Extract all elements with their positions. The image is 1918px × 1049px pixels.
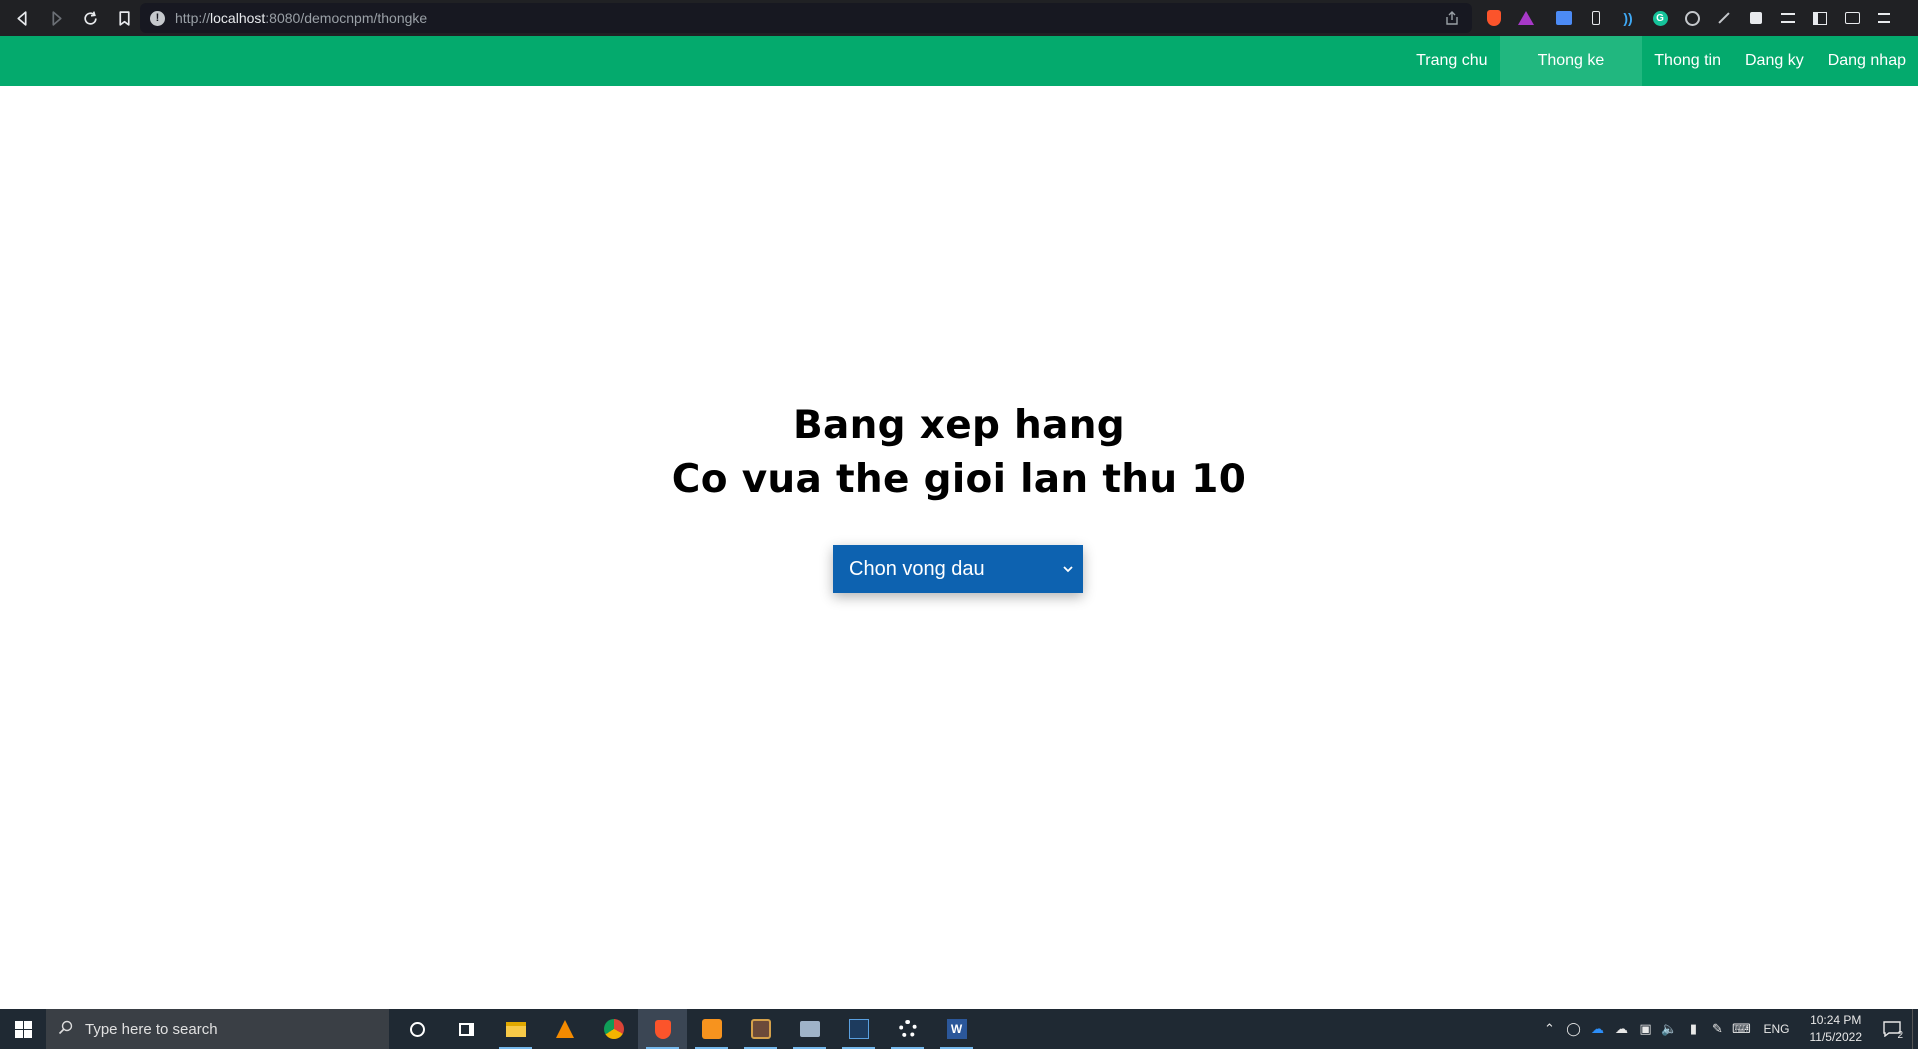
chrome-icon[interactable]: [589, 1009, 638, 1049]
nav-item-dang-ky[interactable]: Dang ky: [1733, 36, 1816, 86]
app-game-icon[interactable]: [736, 1009, 785, 1049]
clock-time: 10:24 PM: [1810, 1013, 1862, 1027]
record-icon[interactable]: [1676, 0, 1708, 36]
language-indicator[interactable]: ENG: [1753, 1022, 1799, 1036]
nav-item-dang-nhap[interactable]: Dang nhap: [1816, 36, 1918, 86]
clock[interactable]: 10:24 PM 11/5/2022: [1800, 1012, 1873, 1046]
nav-item-thong-tin[interactable]: Thong tin: [1642, 36, 1733, 86]
battery-icon[interactable]: ▮: [1681, 1021, 1705, 1037]
settings-gear-icon[interactable]: [883, 1009, 932, 1049]
page-title: Bang xep hang Co vua the gioi lan thu 10: [0, 399, 1918, 507]
task-view-icon[interactable]: [442, 1009, 491, 1049]
site-navbar: Trang chu Thong ke Thong tin Dang ky Dan…: [0, 36, 1918, 86]
start-button[interactable]: [0, 1009, 46, 1049]
notification-count: 2: [1897, 1030, 1903, 1041]
share-icon[interactable]: [1444, 10, 1460, 29]
pen-tray-icon[interactable]: ✎: [1705, 1021, 1729, 1037]
url-text: http://localhost:8080/democnpm/thongke: [175, 10, 428, 26]
file-explorer-icon[interactable]: [491, 1009, 540, 1049]
round-select-value: Chon vong dau: [849, 557, 985, 580]
clock-date: 11/5/2022: [1809, 1030, 1863, 1044]
search-icon: [58, 1020, 73, 1039]
sidebar-icon[interactable]: [1804, 0, 1836, 36]
volume-icon[interactable]: 🔈: [1657, 1021, 1681, 1037]
brave-shield-icon[interactable]: [1478, 0, 1510, 36]
brave-rewards-icon[interactable]: [1510, 0, 1542, 36]
meet-icon[interactable]: ◯: [1561, 1021, 1585, 1037]
menu-icon[interactable]: [1868, 0, 1900, 36]
word-icon[interactable]: W: [932, 1009, 981, 1049]
notification-button[interactable]: 2: [1872, 1009, 1912, 1049]
site-info-icon[interactable]: !: [150, 10, 165, 26]
cortana-icon[interactable]: [393, 1009, 442, 1049]
network-icon[interactable]: ▣: [1633, 1021, 1657, 1037]
app-dev-icon[interactable]: [834, 1009, 883, 1049]
nav-item-trang-chu[interactable]: Trang chu: [1404, 36, 1499, 86]
vlc-icon[interactable]: [540, 1009, 589, 1049]
extension-bar: )) G: [1478, 0, 1900, 36]
onedrive-icon[interactable]: ☁: [1585, 1021, 1609, 1037]
back-icon: [16, 10, 27, 26]
chevron-up-icon[interactable]: ⌃: [1537, 1021, 1561, 1037]
windows-icon: [14, 1020, 32, 1038]
search-placeholder: Type here to search: [85, 1020, 218, 1038]
sound-icon[interactable]: )): [1612, 0, 1644, 36]
show-desktop-button[interactable]: [1912, 1009, 1918, 1049]
back-button[interactable]: [6, 2, 38, 34]
chevron-down-icon: [1057, 565, 1079, 573]
wallet-icon[interactable]: [1836, 0, 1868, 36]
browser-toolbar: ! http://localhost:8080/democnpm/thongke…: [0, 0, 1918, 36]
bookmark-button[interactable]: [108, 2, 140, 34]
forward-icon: [51, 10, 62, 26]
app-orange-icon[interactable]: [687, 1009, 736, 1049]
system-tray: ⌃ ◯ ☁ ☁ ▣ 🔈 ▮ ✎ ⌨ ENG 10:24 PM 11/5/2022…: [1537, 1009, 1918, 1049]
title-line-2: Co vua the gioi lan thu 10: [671, 457, 1247, 502]
reload-icon: [83, 10, 97, 25]
keyboard-icon[interactable]: ⌨: [1729, 1021, 1753, 1037]
grammarly-icon[interactable]: G: [1644, 0, 1676, 36]
nav-item-thong-ke[interactable]: Thong ke: [1499, 36, 1643, 86]
main-content: Bang xep hang Co vua the gioi lan thu 10…: [0, 86, 1918, 1009]
taskbar: Type here to search W ⌃ ◯ ☁ ☁ ▣ 🔈 ▮ ✎ ⌨ …: [0, 1009, 1918, 1049]
nav-links: Trang chu Thong ke Thong tin Dang ky Dan…: [1404, 36, 1918, 86]
forward-button[interactable]: [40, 2, 72, 34]
playlist-icon[interactable]: [1772, 0, 1804, 36]
taskbar-apps: W: [393, 1009, 981, 1049]
round-select[interactable]: Chon vong dau: [833, 545, 1083, 593]
pen-icon[interactable]: [1708, 0, 1740, 36]
phone-icon[interactable]: [1580, 0, 1612, 36]
puzzle-icon[interactable]: [1740, 0, 1772, 36]
bookmark-icon: [118, 10, 130, 26]
taskbar-search[interactable]: Type here to search: [46, 1009, 389, 1049]
app-window-icon[interactable]: [785, 1009, 834, 1049]
title-line-1: Bang xep hang: [792, 403, 1126, 448]
reload-button[interactable]: [74, 2, 106, 34]
translate-icon[interactable]: [1548, 0, 1580, 36]
address-bar[interactable]: ! http://localhost:8080/democnpm/thongke: [140, 3, 1472, 33]
cloud-icon[interactable]: ☁: [1609, 1021, 1633, 1037]
brave-browser-icon[interactable]: [638, 1009, 687, 1049]
